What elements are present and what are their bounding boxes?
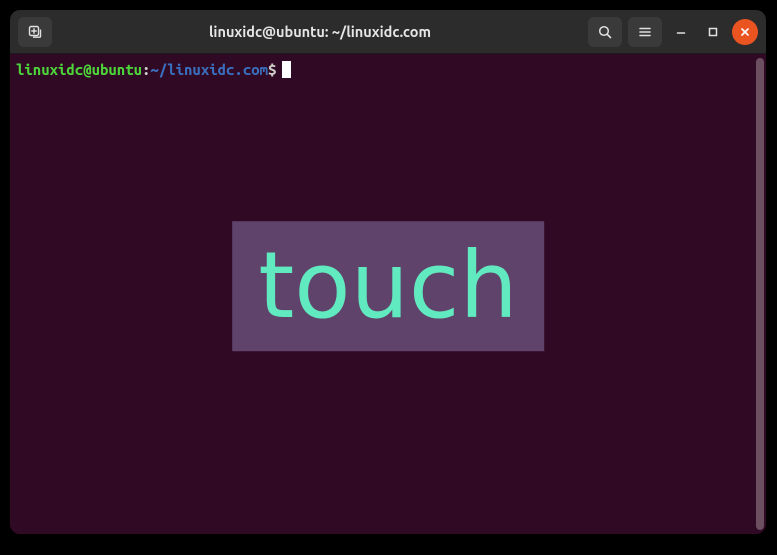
prompt-path: ~/linuxidc.com — [150, 61, 268, 78]
prompt-dollar: $ — [268, 61, 276, 78]
cursor-block — [282, 61, 291, 78]
close-button[interactable] — [732, 19, 758, 45]
maximize-icon — [707, 26, 719, 38]
overlay-label: touch — [232, 221, 544, 351]
new-tab-icon — [27, 24, 43, 40]
titlebar-controls — [588, 17, 758, 47]
minimize-button[interactable] — [668, 19, 694, 45]
scrollbar[interactable] — [756, 58, 764, 530]
prompt-user-host: linuxidc@ubuntu — [16, 61, 142, 78]
hamburger-icon — [637, 24, 653, 40]
terminal-window: linuxidc@ubuntu: ~/linuxidc.com — [10, 10, 766, 534]
prompt-line: linuxidc@ubuntu:~/linuxidc.com$ — [16, 60, 758, 80]
minimize-icon — [675, 26, 687, 38]
new-tab-button[interactable] — [18, 17, 52, 47]
titlebar: linuxidc@ubuntu: ~/linuxidc.com — [10, 10, 766, 54]
close-icon — [739, 26, 751, 38]
search-button[interactable] — [588, 17, 622, 47]
maximize-button[interactable] — [700, 19, 726, 45]
window-title: linuxidc@ubuntu: ~/linuxidc.com — [60, 23, 580, 40]
menu-button[interactable] — [628, 17, 662, 47]
terminal-area[interactable]: linuxidc@ubuntu:~/linuxidc.com$ touch — [10, 54, 766, 534]
search-icon — [597, 24, 613, 40]
